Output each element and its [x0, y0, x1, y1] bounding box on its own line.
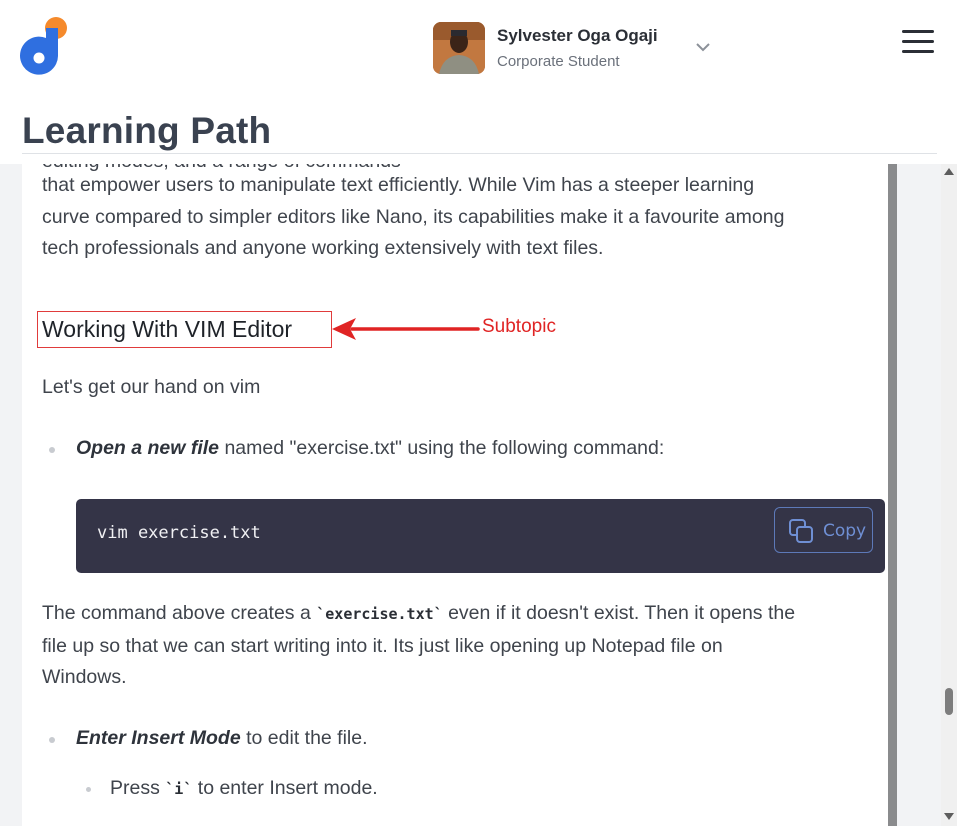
page-title: Learning Path: [22, 110, 272, 151]
user-role: Corporate Student: [497, 53, 620, 70]
logo-icon[interactable]: [20, 16, 68, 78]
copy-icon: [789, 519, 813, 543]
list-item: Enter Insert Mode to edit the file.: [76, 727, 368, 750]
intro-paragraph: that empower users to manipulate text ef…: [42, 170, 784, 265]
bullet-dot: [49, 447, 55, 453]
list-item: Open a new file named "exercise.txt" usi…: [76, 437, 664, 460]
sub-list-item: Press `i` to enter Insert mode.: [110, 777, 378, 800]
para-text: even if it doesn't exist. Then it opens …: [442, 602, 796, 624]
user-name[interactable]: Sylvester Oga Ogaji: [497, 26, 658, 46]
page-scrollbar-thumb[interactable]: [945, 688, 953, 715]
list-item-bold: Open a new file: [76, 437, 220, 459]
scroll-up-icon[interactable]: [944, 168, 954, 175]
hamburger-menu-icon[interactable]: [902, 30, 934, 56]
title-divider: [22, 153, 937, 154]
inline-code: `exercise.txt`: [316, 605, 443, 623]
sub-bullet-dot: [86, 787, 91, 792]
list-item-bold: Enter Insert Mode: [76, 727, 241, 749]
scroll-down-icon[interactable]: [944, 813, 954, 820]
page-scrollbar-track[interactable]: [941, 164, 957, 826]
inline-code: `i`: [165, 780, 193, 798]
para-text: The command above creates a: [42, 602, 317, 624]
explanation-paragraph: The command above creates a `exercise.tx…: [42, 598, 795, 694]
annotation-arrow-icon: [332, 318, 480, 340]
copy-button-label: Copy: [823, 521, 867, 541]
content-scrollbar[interactable]: [888, 164, 897, 826]
chevron-down-icon[interactable]: [694, 40, 712, 54]
subtopic-heading: Working With VIM Editor: [42, 316, 293, 342]
intro-line-1: that empower users to manipulate text ef…: [42, 174, 755, 196]
annotation-label: Subtopic: [482, 316, 556, 337]
code-text[interactable]: vim exercise.txt: [97, 523, 261, 543]
para-line-2: file up so that we can start writing int…: [42, 634, 723, 657]
code-block: vim exercise.txt Copy: [76, 499, 885, 573]
para-line-3: Windows.: [42, 666, 127, 688]
avatar[interactable]: [433, 22, 485, 74]
list-item-text: named "exercise.txt" using the following…: [219, 437, 665, 459]
intro-line-2: curve compared to simpler editors like N…: [42, 205, 785, 228]
lesson-content: editing modes, and a range of commands t…: [22, 164, 888, 826]
sub-item-text: Press: [110, 777, 166, 799]
list-item-text: to edit the file.: [240, 727, 368, 749]
copy-button[interactable]: Copy: [774, 507, 873, 553]
bullet-dot: [49, 737, 55, 743]
intro-line-3: tech professionals and anyone working ex…: [42, 237, 604, 259]
top-header: Sylvester Oga Ogaji Corporate Student: [0, 0, 957, 100]
sub-item-text: to enter Insert mode.: [192, 777, 378, 799]
title-bar: Learning Path: [0, 100, 957, 164]
lead-text: Let's get our hand on vim: [42, 376, 261, 398]
